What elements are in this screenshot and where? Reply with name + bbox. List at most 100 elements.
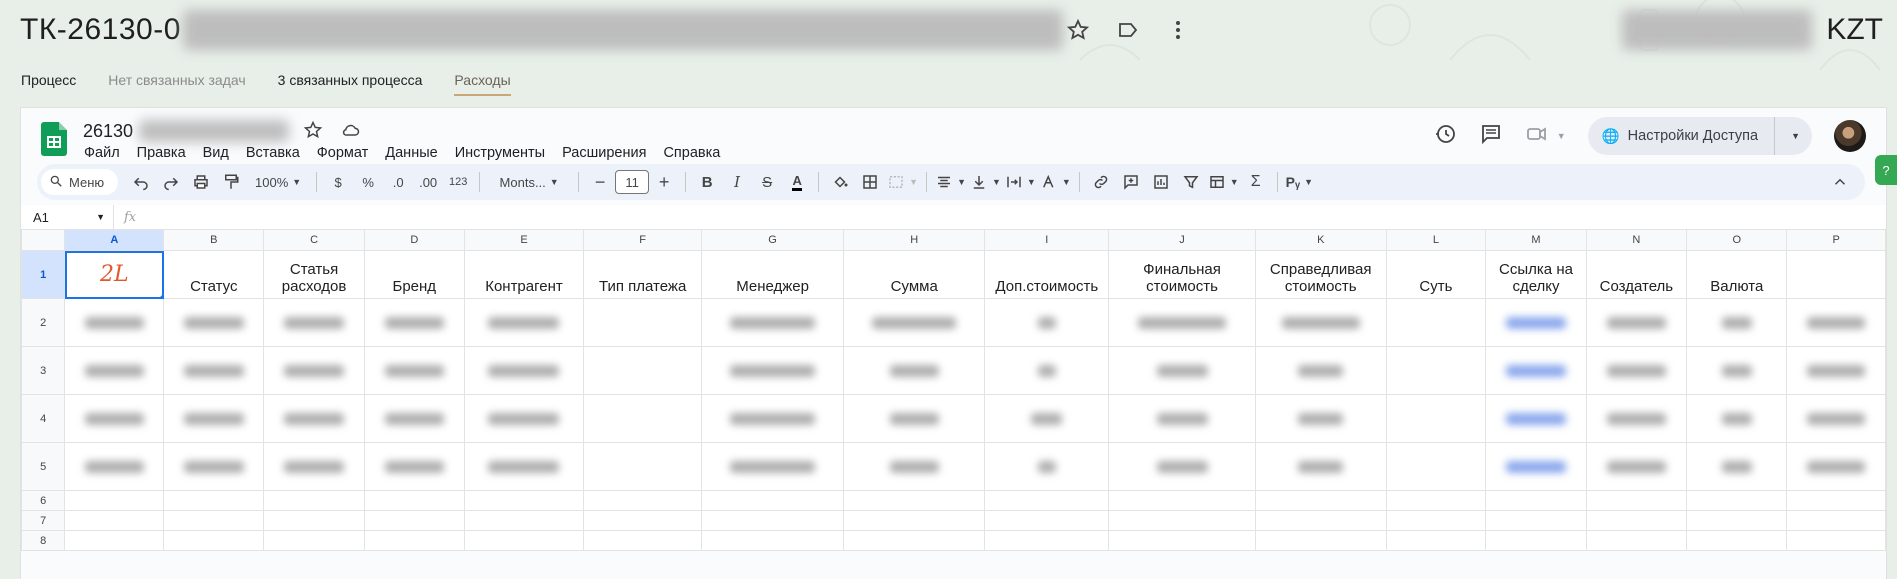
menu-format[interactable]: Формат bbox=[317, 145, 369, 161]
cell[interactable] bbox=[263, 394, 365, 443]
text-wrap-icon[interactable]: ▼ bbox=[1005, 169, 1036, 195]
cell[interactable] bbox=[1385, 530, 1487, 551]
cell[interactable] bbox=[1254, 442, 1387, 491]
cell[interactable] bbox=[984, 394, 1110, 443]
cell[interactable] bbox=[1254, 394, 1387, 443]
cell[interactable] bbox=[163, 346, 265, 395]
filter-icon[interactable] bbox=[1178, 169, 1204, 195]
menu-extensions[interactable]: Расширения bbox=[562, 145, 646, 161]
col-header[interactable]: D bbox=[363, 229, 465, 251]
header-cell[interactable]: Доп.стоимость bbox=[984, 250, 1110, 299]
cell[interactable] bbox=[1786, 442, 1886, 491]
header-cell[interactable] bbox=[1786, 250, 1886, 299]
select-all-corner[interactable] bbox=[21, 229, 66, 251]
cell[interactable] bbox=[64, 394, 165, 443]
print-icon[interactable] bbox=[188, 169, 214, 195]
zoom-select[interactable]: 100% ▼ bbox=[248, 169, 308, 195]
header-cell[interactable]: Контрагент bbox=[463, 250, 585, 299]
star-outline-icon[interactable] bbox=[1066, 18, 1090, 47]
col-header[interactable]: E bbox=[463, 229, 585, 251]
col-header[interactable]: K bbox=[1254, 229, 1387, 251]
cell[interactable] bbox=[583, 346, 703, 395]
cell[interactable] bbox=[1485, 394, 1587, 443]
cloud-icon[interactable] bbox=[341, 120, 361, 145]
cell[interactable] bbox=[984, 490, 1110, 511]
cell[interactable] bbox=[263, 346, 365, 395]
menu-edit[interactable]: Правка bbox=[137, 145, 186, 161]
cell[interactable] bbox=[701, 442, 845, 491]
cell[interactable] bbox=[583, 298, 703, 347]
header-cell[interactable]: Справедливая стоимость bbox=[1254, 250, 1387, 299]
cell[interactable] bbox=[1485, 346, 1587, 395]
cell[interactable] bbox=[1786, 490, 1886, 511]
cell[interactable] bbox=[843, 530, 986, 551]
row-header[interactable]: 5 bbox=[21, 442, 66, 491]
col-header[interactable]: F bbox=[583, 229, 703, 251]
font-size-decrease-icon[interactable]: − bbox=[587, 169, 613, 195]
cell[interactable] bbox=[1585, 346, 1688, 395]
cell[interactable] bbox=[984, 346, 1110, 395]
cell[interactable] bbox=[363, 530, 465, 551]
cell[interactable] bbox=[984, 530, 1110, 551]
functions-icon[interactable]: Σ bbox=[1243, 169, 1269, 195]
menu-tools[interactable]: Инструменты bbox=[455, 145, 545, 161]
filter-views-icon[interactable]: ▼ bbox=[1208, 169, 1239, 195]
cell[interactable] bbox=[363, 298, 465, 347]
cell[interactable] bbox=[1108, 510, 1256, 531]
italic-icon[interactable]: I bbox=[724, 169, 750, 195]
redo-icon[interactable] bbox=[158, 169, 184, 195]
header-cell[interactable]: Создатель bbox=[1585, 250, 1688, 299]
cell[interactable] bbox=[843, 490, 986, 511]
insert-chart-icon[interactable] bbox=[1148, 169, 1174, 195]
cell[interactable] bbox=[163, 394, 265, 443]
cell[interactable] bbox=[64, 490, 165, 511]
sheets-logo-icon[interactable] bbox=[41, 122, 67, 156]
row-header[interactable]: 7 bbox=[21, 510, 66, 531]
cell[interactable] bbox=[583, 394, 703, 443]
cell[interactable] bbox=[1786, 530, 1886, 551]
col-header[interactable]: A bbox=[64, 229, 165, 251]
header-cell[interactable]: Бренд bbox=[363, 250, 465, 299]
cell[interactable] bbox=[583, 510, 703, 531]
cell[interactable] bbox=[163, 490, 265, 511]
menu-insert[interactable]: Вставка bbox=[246, 145, 300, 161]
link-icon[interactable] bbox=[1088, 169, 1114, 195]
cell[interactable] bbox=[1686, 346, 1788, 395]
cell[interactable] bbox=[843, 510, 986, 531]
cell[interactable] bbox=[1108, 394, 1256, 443]
cell[interactable] bbox=[1786, 394, 1886, 443]
cell[interactable] bbox=[1686, 394, 1788, 443]
cell[interactable] bbox=[1385, 298, 1487, 347]
row-header[interactable]: 8 bbox=[21, 530, 66, 551]
cell[interactable] bbox=[1485, 442, 1587, 491]
col-header[interactable]: O bbox=[1686, 229, 1788, 251]
cell[interactable] bbox=[64, 510, 165, 531]
cell[interactable] bbox=[984, 442, 1110, 491]
cell[interactable] bbox=[363, 490, 465, 511]
cell[interactable] bbox=[463, 510, 585, 531]
header-cell[interactable]: Суть bbox=[1385, 250, 1487, 299]
history-icon[interactable] bbox=[1433, 122, 1457, 151]
header-cell[interactable]: Сумма bbox=[843, 250, 986, 299]
cell[interactable] bbox=[1108, 530, 1256, 551]
cell[interactable] bbox=[583, 490, 703, 511]
cell[interactable] bbox=[1585, 530, 1688, 551]
header-cell[interactable]: Тип платежа bbox=[583, 250, 703, 299]
cell[interactable] bbox=[1786, 510, 1886, 531]
meet-button[interactable]: ▼ bbox=[1525, 122, 1566, 151]
cell[interactable] bbox=[1254, 510, 1387, 531]
cell[interactable] bbox=[64, 530, 165, 551]
cell[interactable] bbox=[463, 530, 585, 551]
cell[interactable] bbox=[843, 394, 986, 443]
col-header[interactable]: L bbox=[1385, 229, 1487, 251]
header-cell[interactable]: Статья расходов bbox=[263, 250, 365, 299]
header-cell[interactable]: Финальная стоимость bbox=[1108, 250, 1256, 299]
paint-format-icon[interactable] bbox=[218, 169, 244, 195]
cell[interactable] bbox=[1385, 346, 1487, 395]
cell[interactable] bbox=[1485, 490, 1587, 511]
cell[interactable] bbox=[1585, 490, 1688, 511]
cell[interactable] bbox=[1485, 298, 1587, 347]
label-icon[interactable] bbox=[1116, 18, 1140, 47]
number-format-button[interactable]: 123 bbox=[445, 169, 471, 195]
cell[interactable] bbox=[1108, 490, 1256, 511]
